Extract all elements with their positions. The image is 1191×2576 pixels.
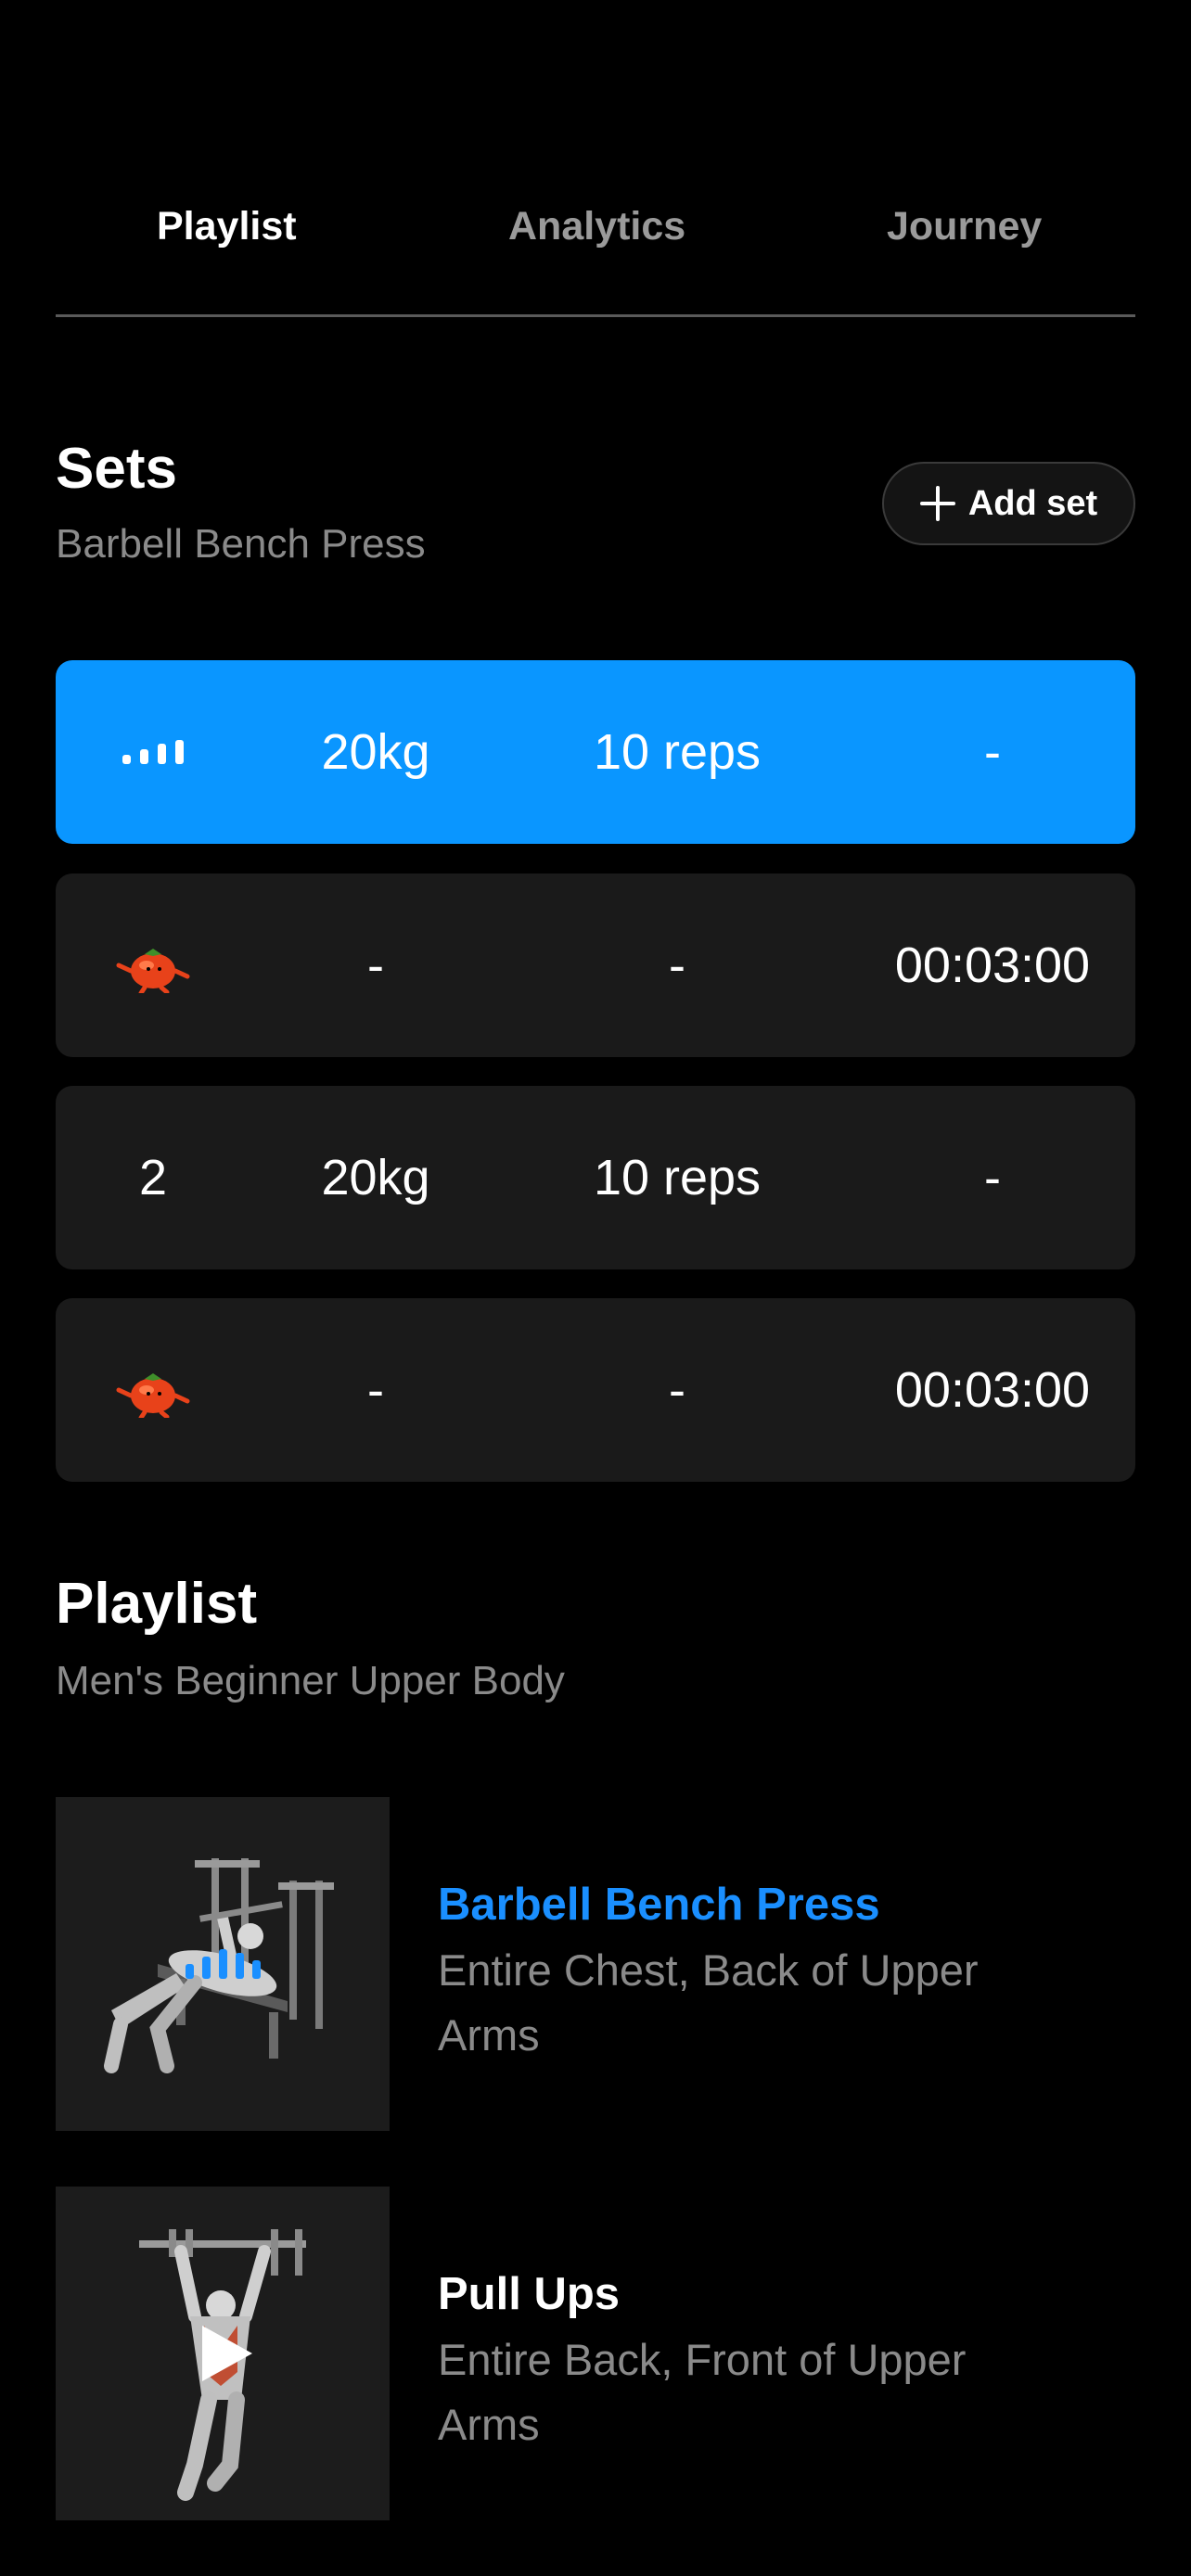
sets-exercise-name: Barbell Bench Press [56,521,426,567]
loading-bars-icon [122,740,184,764]
set-row-1[interactable]: 20kg 10 reps - [56,660,1135,844]
rest-row-2[interactable]: - - 00:03:00 [56,1298,1135,1482]
exercise-item-pull-ups[interactable]: Pull Ups Entire Back, Front of Upper Arm… [56,2187,1135,2520]
set-index [83,1298,223,1482]
plus-icon [919,486,955,521]
exercise-muscles: Entire Chest, Back of Upper Arms [438,1945,979,2060]
playlist-name: Men's Beginner Upper Body [56,1658,565,1703]
rest-row-1[interactable]: - - 00:03:00 [56,874,1135,1057]
tab-journey[interactable]: Journey [887,204,1042,249]
set-index [83,660,223,844]
playlist-title: Playlist [56,1572,258,1636]
set-weight[interactable]: - [269,1298,482,1482]
rest-timer[interactable]: 00:03:00 [872,1298,1113,1482]
add-set-button[interactable]: Add set [882,462,1135,545]
rest-timer[interactable]: 00:03:00 [872,874,1113,1057]
set-index [83,874,223,1057]
tab-analytics[interactable]: Analytics [508,204,685,249]
set-weight[interactable]: 20kg [269,1086,482,1269]
tomato-icon [116,949,190,993]
set-rest[interactable]: - [872,1086,1113,1269]
set-weight[interactable]: 20kg [269,660,482,844]
set-index: 2 [138,1150,168,1205]
add-set-label: Add set [967,483,1098,523]
exercise-muscles: Entire Back, Front of Upper Arms [438,2335,967,2449]
pull-up-figure-icon [139,2229,306,2501]
tab-playlist[interactable]: Playlist [157,204,297,249]
set-reps[interactable]: 10 reps [547,1086,807,1269]
exercise-item-bench-press[interactable]: Barbell Bench Press Entire Chest, Back o… [56,1797,1135,2131]
exercise-name: Pull Ups [438,2269,621,2319]
set-weight[interactable]: - [269,874,482,1057]
set-rest[interactable]: - [872,660,1113,844]
exercise-thumbnail [56,1797,390,2131]
set-row-2[interactable]: 2 20kg 10 reps - [56,1086,1135,1269]
bench-press-figure-icon [104,1858,334,2073]
set-reps[interactable]: 10 reps [547,660,807,844]
sets-title: Sets [56,437,177,501]
tomato-icon [116,1373,190,1418]
set-reps[interactable]: - [547,1298,807,1482]
tab-bar: Playlist Analytics Journey [56,185,1135,317]
set-reps[interactable]: - [547,874,807,1057]
exercise-name: Barbell Bench Press [438,1880,880,1930]
exercise-thumbnail [56,2187,390,2520]
